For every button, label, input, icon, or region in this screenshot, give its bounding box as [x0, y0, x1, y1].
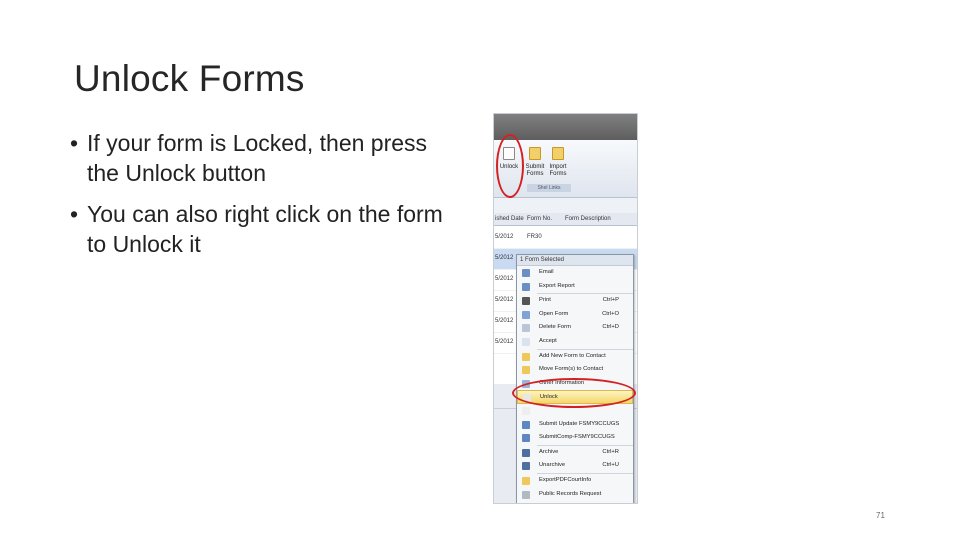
menu-item-label: Email — [539, 269, 554, 275]
menu-item[interactable]: Public Records Request — [517, 488, 633, 502]
date-cell: 5/2012 — [495, 318, 514, 324]
highlight-circle-unlock-menu-item — [512, 378, 636, 408]
menu-item-label: Public Records Request — [539, 490, 602, 497]
blank-icon — [522, 406, 530, 415]
menu-item-label: Archive — [539, 448, 559, 455]
column-header[interactable]: ished Date — [495, 216, 524, 222]
move-folder-icon — [522, 366, 530, 375]
menu-item-label: Accept — [539, 337, 557, 344]
menu-item-shortcut: Ctrl+R — [602, 448, 619, 455]
menu-item[interactable]: Export Report — [517, 280, 633, 294]
menu-item[interactable]: Move Form(s) to Contact — [517, 363, 633, 377]
highlight-circle-unlock-button — [496, 134, 524, 198]
column-header[interactable]: Form Description — [565, 216, 611, 222]
menu-item-label: Print — [539, 297, 551, 304]
menu-item[interactable]: ExportPDFCourtInfo — [517, 474, 633, 488]
records-icon — [522, 490, 530, 499]
printer-icon — [522, 297, 530, 306]
email-icon — [522, 269, 530, 277]
table-row[interactable]: 5/2012 FR30 — [494, 228, 637, 249]
add-folder-icon — [522, 352, 530, 361]
bullet-text: You can also right click on the form to … — [87, 201, 443, 257]
ribbon-button-label: Import Forms — [549, 164, 567, 177]
menu-item[interactable]: Accept — [517, 335, 633, 349]
folder-icon — [529, 147, 541, 160]
menu-item-shortcut: Ctrl+O — [602, 310, 619, 317]
page-number: 71 — [876, 511, 885, 520]
menu-item-shortcut: Ctrl+D — [602, 324, 619, 331]
menu-item-label: Unarchive — [539, 462, 566, 469]
context-menu-header: 1 Form Selected — [517, 255, 633, 266]
bullet-dot-icon: • — [70, 201, 79, 227]
archive-icon — [522, 448, 530, 457]
date-cell: 5/2012 — [495, 276, 514, 282]
unarchive-icon — [522, 462, 530, 471]
import-forms-ribbon-button[interactable]: Import Forms — [546, 147, 570, 178]
bullet-text: If your form is Locked, then press the U… — [87, 130, 428, 186]
submit-forms-ribbon-button[interactable]: Submit Forms — [523, 147, 547, 178]
menu-item-label: Move Form(s) to Contact — [539, 366, 604, 373]
folder-gear-icon — [552, 147, 564, 160]
menu-item-label: Add New Form to Contact — [539, 352, 606, 359]
bullet-dot-icon: • — [70, 130, 79, 156]
submit-comp-icon — [522, 434, 530, 443]
menu-item[interactable]: Email — [517, 266, 633, 280]
ribbon-button-label: Submit Forms — [525, 164, 545, 177]
menu-item-label: Delete Form — [539, 324, 571, 331]
menu-item-label: ExportPDFCourtInfo — [539, 476, 592, 483]
menu-item[interactable]: Archive Ctrl+R — [517, 446, 633, 460]
ribbon-group-label: Shel Links — [527, 184, 571, 192]
menu-item-shortcut: Ctrl+U — [602, 462, 619, 469]
menu-item[interactable]: Open Form Ctrl+O — [517, 308, 633, 322]
grid-header: ished Date Form No. Form Description — [494, 213, 637, 226]
menu-item[interactable]: Print Ctrl+P — [517, 294, 633, 308]
bullet-item: • You can also right click on the form to… — [70, 199, 450, 259]
form-cell: FR30 — [527, 234, 542, 240]
accept-icon — [522, 337, 530, 346]
export-icon — [522, 282, 530, 291]
delete-icon — [522, 324, 530, 333]
menu-item[interactable]: Add New Form to Contact — [517, 350, 633, 364]
bullet-item: • If your form is Locked, then press the … — [70, 128, 450, 188]
date-cell: 5/2012 — [495, 297, 514, 303]
date-cell: 5/2012 — [495, 339, 514, 345]
menu-item-label: Open Form — [539, 310, 569, 317]
menu-item[interactable]: SubmitComp-FSMY9CCUGS — [517, 431, 633, 445]
menu-item[interactable]: Submit Update FSMY9CCUGS — [517, 418, 633, 432]
bullet-list: • If your form is Locked, then press the … — [70, 128, 450, 270]
slide-title: Unlock Forms — [74, 58, 305, 99]
date-cell: 5/2012 — [495, 234, 514, 240]
menu-item[interactable]: Unarchive Ctrl+U — [517, 459, 633, 473]
menu-item-label: Export Report — [539, 282, 575, 289]
pdf-folder-icon — [522, 476, 530, 485]
menu-item-label: Submit Update FSMY9CCUGS — [539, 420, 620, 427]
column-header[interactable]: Form No. — [527, 216, 552, 222]
menu-item-label: SubmitComp-FSMY9CCUGS — [539, 434, 615, 441]
menu-item-shortcut: Ctrl+P — [602, 297, 619, 304]
menu-item[interactable]: Delete Form Ctrl+D — [517, 321, 633, 335]
open-form-icon — [522, 310, 530, 319]
submit-icon — [522, 420, 530, 429]
date-cell: 5/2012 — [495, 255, 514, 261]
